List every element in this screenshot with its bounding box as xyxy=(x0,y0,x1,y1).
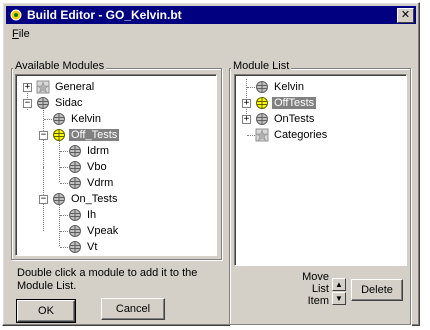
tree-item-label: On_Tests xyxy=(71,193,118,205)
expand-general-toggle[interactable]: + xyxy=(23,83,32,92)
collapse-on-tests-toggle[interactable]: − xyxy=(39,195,48,204)
collapse-off-tests-toggle[interactable]: − xyxy=(39,131,48,140)
module-list-label: Module List xyxy=(231,60,292,72)
tree-item-label: General xyxy=(55,81,95,93)
module-icon xyxy=(53,193,65,205)
module-icon-yellow xyxy=(53,129,65,141)
tree-item-idrm[interactable]: Idrm xyxy=(68,143,111,159)
help-text: Double click a module to add it to the M… xyxy=(17,267,198,292)
expand-ontests-toggle[interactable]: + xyxy=(242,115,251,124)
ok-button-label: OK xyxy=(38,305,54,317)
tree-item-kelvin[interactable]: Kelvin xyxy=(52,111,103,127)
list-item-kelvin[interactable]: Kelvin xyxy=(255,79,306,95)
tree-item-label: Idrm xyxy=(87,145,109,157)
menu-file-label: ile xyxy=(18,28,30,40)
available-modules-label: Available Modules xyxy=(13,60,107,72)
move-list-item-label: Move List Item xyxy=(289,271,329,307)
tree-item-off-tests[interactable]: Off_Tests xyxy=(52,127,120,143)
list-item-categories[interactable]: Categories xyxy=(255,127,329,143)
move-label-line1: Move xyxy=(302,271,329,283)
module-icon xyxy=(37,97,49,109)
tree-item-label: Kelvin xyxy=(71,113,101,125)
cancel-button[interactable]: Cancel xyxy=(101,298,165,320)
tree-item-general[interactable]: General xyxy=(36,79,96,95)
list-item-label: Categories xyxy=(274,129,328,141)
tree-item-label: Vpeak xyxy=(87,225,119,237)
arrow-down-icon: ▼ xyxy=(335,294,343,303)
available-modules-tree[interactable]: + General − Sidac Kelvin − Off_Tests Idr… xyxy=(15,74,217,256)
tree-item-label: Vdrm xyxy=(87,177,114,189)
close-icon: ✕ xyxy=(400,8,411,21)
move-down-button[interactable]: ▼ xyxy=(332,292,346,305)
tree-item-ih[interactable]: Ih xyxy=(68,207,98,223)
menu-file-accel: F xyxy=(12,28,19,40)
category-icon xyxy=(36,80,50,94)
module-icon xyxy=(256,81,268,93)
menu-bar: File xyxy=(7,26,35,42)
cancel-button-label: Cancel xyxy=(115,303,151,315)
list-item-label: OffTests xyxy=(272,97,317,109)
module-icon-yellow xyxy=(256,97,268,109)
move-label-line2: List xyxy=(311,283,329,295)
tree-item-label: Vbo xyxy=(87,161,107,173)
list-item-label: OnTests xyxy=(274,113,315,125)
tree-item-label: Off_Tests xyxy=(69,129,120,141)
tree-item-label: Ih xyxy=(87,209,97,221)
list-item-offtests[interactable]: OffTests xyxy=(255,95,317,111)
module-icon xyxy=(69,177,81,189)
move-up-button[interactable]: ▲ xyxy=(332,278,346,291)
arrow-up-icon: ▲ xyxy=(335,280,343,289)
menu-file[interactable]: File xyxy=(7,28,35,40)
module-icon xyxy=(53,113,65,125)
module-icon xyxy=(69,241,81,253)
tree-item-vbo[interactable]: Vbo xyxy=(68,159,109,175)
module-icon xyxy=(69,209,81,221)
title-bar[interactable]: Build Editor - GO_Kelvin.bt ✕ xyxy=(6,6,416,24)
list-item-label: Kelvin xyxy=(274,81,304,93)
window-title: Build Editor - GO_Kelvin.bt xyxy=(27,8,182,22)
tree-item-label: Vt xyxy=(87,241,98,253)
close-button[interactable]: ✕ xyxy=(397,7,414,23)
list-item-ontests[interactable]: OnTests xyxy=(255,111,316,127)
app-icon xyxy=(10,9,22,21)
module-list-tree[interactable]: Kelvin + OffTests + OnTests Categories xyxy=(234,74,407,266)
tree-item-vdrm[interactable]: Vdrm xyxy=(68,175,115,191)
move-label-line3: Item xyxy=(307,295,329,307)
module-icon xyxy=(69,161,81,173)
tree-item-vt[interactable]: Vt xyxy=(68,239,99,255)
category-icon xyxy=(255,128,269,142)
ok-button[interactable]: OK xyxy=(16,299,76,323)
tree-item-label: Sidac xyxy=(55,97,83,109)
expand-offtests-toggle[interactable]: + xyxy=(242,99,251,108)
module-icon xyxy=(69,145,81,157)
delete-button-label: Delete xyxy=(361,284,393,296)
build-editor-window: Build Editor - GO_Kelvin.bt ✕ File Avail… xyxy=(2,2,420,326)
collapse-sidac-toggle[interactable]: − xyxy=(23,99,32,108)
delete-button[interactable]: Delete xyxy=(351,279,403,301)
module-icon xyxy=(69,225,81,237)
tree-item-vpeak[interactable]: Vpeak xyxy=(68,223,120,239)
tree-item-sidac[interactable]: Sidac xyxy=(36,95,85,111)
tree-item-on-tests[interactable]: On_Tests xyxy=(52,191,119,207)
module-icon xyxy=(256,113,268,125)
